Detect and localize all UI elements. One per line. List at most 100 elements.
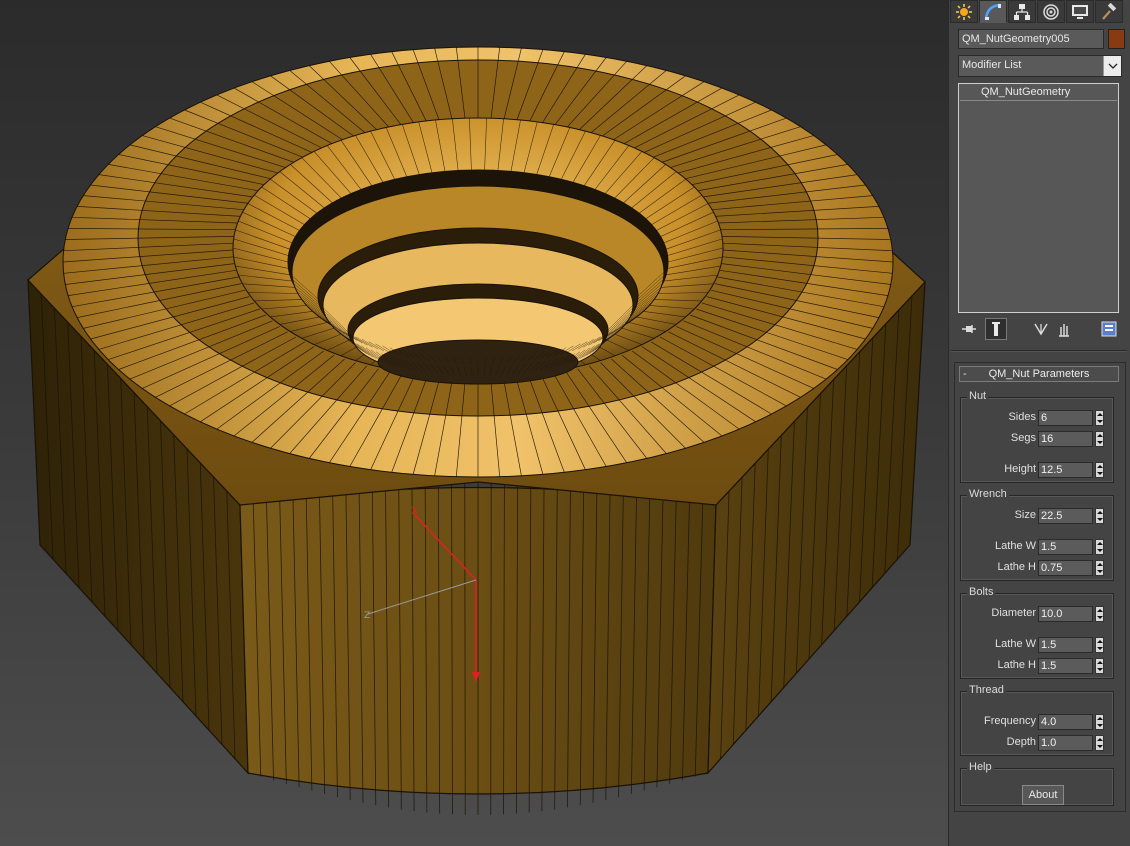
stack-item-qm-nutgeometry[interactable]: QM_NutGeometry: [960, 85, 1117, 101]
spinner-arrows-icon[interactable]: [1095, 508, 1104, 524]
tab-motion[interactable]: [1037, 0, 1065, 23]
create-star-icon: [956, 3, 972, 20]
rollout-title: QM_Nut Parameters: [988, 368, 1090, 380]
param-label: Height: [1004, 463, 1036, 475]
thread-frequency-spinner[interactable]: 4.0: [1038, 714, 1104, 730]
spinner-arrows-icon[interactable]: [1095, 637, 1104, 653]
chevron-down-icon[interactable]: [1103, 56, 1121, 76]
group-wrench: Wrench Size 22.5 Lathe W 1.5 Lathe H 0.7…: [960, 488, 1115, 581]
group-title: Bolts: [967, 586, 996, 598]
spinner-value[interactable]: 22.5: [1038, 508, 1093, 524]
param-label: Diameter: [991, 607, 1036, 619]
configure-modifier-sets-icon[interactable]: [1098, 318, 1120, 340]
param-label: Sides: [1008, 411, 1036, 423]
spinner-arrows-icon[interactable]: [1095, 560, 1104, 576]
tab-create[interactable]: [950, 0, 978, 23]
spinner-value[interactable]: 1.5: [1038, 637, 1093, 653]
group-bolts: Bolts Diameter 10.0 Lathe W 1.5 Lathe H …: [960, 586, 1115, 679]
spinner-arrows-icon[interactable]: [1095, 658, 1104, 674]
tab-display[interactable]: [1066, 0, 1094, 23]
param-row: Lathe H 0.75: [961, 560, 1115, 576]
param-row: Lathe W 1.5: [961, 637, 1115, 653]
modify-arc-icon: [984, 3, 1001, 20]
panel-divider: [951, 350, 1127, 352]
remove-modifier-icon[interactable]: [1053, 318, 1075, 340]
spinner-arrows-icon[interactable]: [1095, 462, 1104, 478]
spinner-value[interactable]: 0.75: [1038, 560, 1093, 576]
spinner-value[interactable]: 1.5: [1038, 539, 1093, 555]
spinner-arrows-icon[interactable]: [1095, 539, 1104, 555]
bolt-lathe-w-spinner[interactable]: 1.5: [1038, 637, 1104, 653]
group-title: Wrench: [967, 488, 1009, 500]
param-row: Diameter 10.0: [961, 606, 1115, 622]
tab-hierarchy[interactable]: [1008, 0, 1036, 23]
rollout-header[interactable]: - QM_Nut Parameters: [959, 366, 1119, 382]
param-label: Size: [1014, 509, 1036, 521]
spinner-value[interactable]: 12.5: [1038, 462, 1093, 478]
param-row: Segs 16: [961, 431, 1115, 447]
utilities-hammer-icon: [1102, 2, 1117, 20]
bolt-diameter-spinner[interactable]: 10.0: [1038, 606, 1104, 622]
command-panel-tabs: [949, 0, 1130, 24]
wrench-lathe-w-spinner[interactable]: 1.5: [1038, 539, 1104, 555]
spinner-value[interactable]: 1.5: [1038, 658, 1093, 674]
spinner-value[interactable]: 6: [1038, 410, 1093, 426]
spinner-arrows-icon[interactable]: [1095, 735, 1104, 751]
qm-nut-parameters-rollout: - QM_Nut Parameters Nut Sides 6 Segs 16 …: [954, 362, 1126, 812]
object-name-field[interactable]: QM_NutGeometry005: [958, 29, 1104, 49]
param-row: Frequency 4.0: [961, 714, 1115, 730]
spinner-value[interactable]: 1.0: [1038, 735, 1093, 751]
perspective-viewport[interactable]: X Z: [0, 0, 948, 846]
param-row: Sides 6: [961, 410, 1115, 426]
nut-model[interactable]: X Z: [0, 0, 948, 846]
sides-spinner[interactable]: 6: [1038, 410, 1104, 426]
param-row: Depth 1.0: [961, 735, 1115, 751]
spinner-arrows-icon[interactable]: [1095, 606, 1104, 622]
param-row: Height 12.5: [961, 462, 1115, 478]
group-title: Nut: [967, 390, 989, 402]
tab-modify[interactable]: [979, 0, 1007, 23]
spinner-arrows-icon[interactable]: [1095, 410, 1104, 426]
segs-spinner[interactable]: 16: [1038, 431, 1104, 447]
show-end-result-icon[interactable]: [985, 318, 1007, 340]
param-label: Lathe H: [997, 561, 1036, 573]
stack-toolbar: [958, 318, 1124, 340]
spinner-arrows-icon[interactable]: [1095, 714, 1104, 730]
object-color-swatch[interactable]: [1108, 29, 1125, 49]
thread-depth-spinner[interactable]: 1.0: [1038, 735, 1104, 751]
param-label: Segs: [1010, 432, 1036, 444]
pin-stack-icon[interactable]: [958, 318, 980, 340]
gizmo-x-label: X: [411, 506, 418, 517]
gizmo-z-label: Z: [364, 611, 370, 621]
spinner-value[interactable]: 4.0: [1038, 714, 1093, 730]
param-row: Lathe W 1.5: [961, 539, 1115, 555]
param-row: Lathe H 1.5: [961, 658, 1115, 674]
param-row: Size 22.5: [961, 508, 1115, 524]
param-label: Lathe W: [995, 638, 1036, 650]
modifier-list-label: Modifier List: [962, 59, 1022, 71]
bolt-lathe-h-spinner[interactable]: 1.5: [1038, 658, 1104, 674]
make-unique-icon[interactable]: [1030, 318, 1052, 340]
hierarchy-icon: [1014, 3, 1030, 20]
group-thread: Thread Frequency 4.0 Depth 1.0: [960, 684, 1115, 756]
group-title: Thread: [967, 684, 1006, 696]
wrench-size-spinner[interactable]: 22.5: [1038, 508, 1104, 524]
spinner-value[interactable]: 10.0: [1038, 606, 1093, 622]
tab-utilities[interactable]: [1095, 0, 1123, 23]
param-label: Frequency: [984, 715, 1036, 727]
param-label: Depth: [1006, 736, 1036, 748]
about-button[interactable]: About: [1022, 785, 1064, 805]
param-label: Lathe W: [995, 540, 1036, 552]
group-title: Help: [967, 761, 994, 773]
display-monitor-icon: [1072, 4, 1088, 19]
spinner-arrows-icon[interactable]: [1095, 431, 1104, 447]
group-help: Help About: [960, 761, 1114, 806]
command-panel: QM_NutGeometry005 Modifier List QM_NutGe…: [948, 0, 1130, 846]
modifier-list-dropdown[interactable]: Modifier List: [958, 55, 1122, 77]
height-spinner[interactable]: 12.5: [1038, 462, 1104, 478]
modifier-stack[interactable]: QM_NutGeometry: [958, 83, 1119, 313]
spinner-value[interactable]: 16: [1038, 431, 1093, 447]
motion-icon: [1043, 3, 1059, 20]
param-label: Lathe H: [997, 659, 1036, 671]
wrench-lathe-h-spinner[interactable]: 0.75: [1038, 560, 1104, 576]
